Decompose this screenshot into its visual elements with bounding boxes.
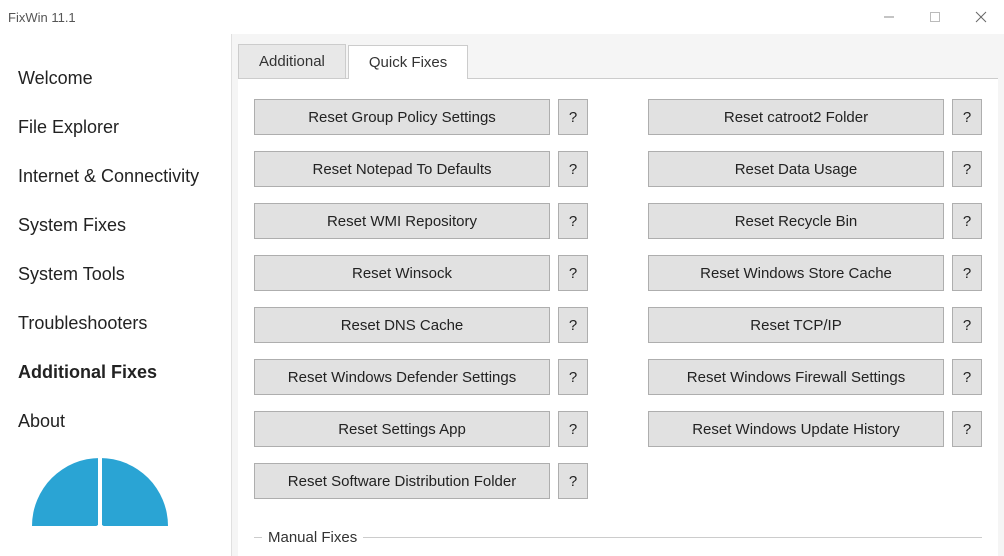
help-button[interactable]: ? — [558, 411, 588, 447]
maximize-button[interactable] — [912, 0, 958, 34]
sidebar-item-system-fixes[interactable]: System Fixes — [0, 201, 231, 250]
help-button[interactable]: ? — [558, 203, 588, 239]
fix-row: Reset Recycle Bin? — [648, 203, 982, 239]
window-controls — [866, 0, 1004, 34]
help-button[interactable]: ? — [952, 359, 982, 395]
fix-button[interactable]: Reset TCP/IP — [648, 307, 944, 343]
sidebar-item-additional-fixes[interactable]: Additional Fixes — [0, 348, 231, 397]
sidebar-item-welcome[interactable]: Welcome — [0, 54, 231, 103]
tab-panel-quick-fixes: Reset Group Policy Settings?Reset catroo… — [238, 78, 998, 556]
fix-row: Reset Winsock? — [254, 255, 588, 291]
help-button[interactable]: ? — [558, 99, 588, 135]
fix-row: Reset Group Policy Settings? — [254, 99, 588, 135]
help-button[interactable]: ? — [558, 255, 588, 291]
help-button[interactable]: ? — [952, 411, 982, 447]
fix-button[interactable]: Reset Windows Update History — [648, 411, 944, 447]
close-button[interactable] — [958, 0, 1004, 34]
fix-row: Reset Windows Update History? — [648, 411, 982, 447]
sidebar: WelcomeFile ExplorerInternet & Connectiv… — [0, 34, 232, 556]
help-button[interactable]: ? — [952, 307, 982, 343]
app-logo — [0, 446, 231, 556]
fix-button[interactable]: Reset Data Usage — [648, 151, 944, 187]
fix-button[interactable]: Reset Winsock — [254, 255, 550, 291]
sidebar-item-system-tools[interactable]: System Tools — [0, 250, 231, 299]
fix-button[interactable]: Reset WMI Repository — [254, 203, 550, 239]
help-button[interactable]: ? — [558, 359, 588, 395]
help-button[interactable]: ? — [558, 307, 588, 343]
fix-row: Reset Data Usage? — [648, 151, 982, 187]
fix-row: Reset Windows Store Cache? — [648, 255, 982, 291]
tab-additional[interactable]: Additional — [238, 44, 346, 78]
fix-button[interactable]: Reset Settings App — [254, 411, 550, 447]
fix-row: Reset Software Distribution Folder? — [254, 463, 588, 499]
window-title: FixWin 11.1 — [8, 10, 76, 25]
fix-row: Reset WMI Repository? — [254, 203, 588, 239]
help-button[interactable]: ? — [558, 151, 588, 187]
sidebar-item-file-explorer[interactable]: File Explorer — [0, 103, 231, 152]
sidebar-item-internet[interactable]: Internet & Connectivity — [0, 152, 231, 201]
fix-row: Reset Settings App? — [254, 411, 588, 447]
fix-button[interactable]: Reset Windows Defender Settings — [254, 359, 550, 395]
help-button[interactable]: ? — [558, 463, 588, 499]
titlebar: FixWin 11.1 — [0, 0, 1004, 34]
help-button[interactable]: ? — [952, 151, 982, 187]
content-area: AdditionalQuick Fixes Reset Group Policy… — [232, 34, 1004, 556]
fix-button[interactable]: Reset Windows Store Cache — [648, 255, 944, 291]
fix-button[interactable]: Reset Software Distribution Folder — [254, 463, 550, 499]
fix-button[interactable]: Reset DNS Cache — [254, 307, 550, 343]
fix-button[interactable]: Reset Notepad To Defaults — [254, 151, 550, 187]
fix-row: Reset DNS Cache? — [254, 307, 588, 343]
empty-cell — [648, 463, 982, 499]
fix-button[interactable]: Reset Recycle Bin — [648, 203, 944, 239]
fix-row: Reset Windows Defender Settings? — [254, 359, 588, 395]
help-button[interactable]: ? — [952, 99, 982, 135]
sidebar-item-about[interactable]: About — [0, 397, 231, 446]
fix-button[interactable]: Reset Group Policy Settings — [254, 99, 550, 135]
fix-button[interactable]: Reset catroot2 Folder — [648, 99, 944, 135]
manual-fixes-header: Manual Fixes — [262, 529, 363, 546]
fix-row: Reset catroot2 Folder? — [648, 99, 982, 135]
minimize-button[interactable] — [866, 0, 912, 34]
fix-button[interactable]: Reset Windows Firewall Settings — [648, 359, 944, 395]
fix-row: Reset Windows Firewall Settings? — [648, 359, 982, 395]
help-button[interactable]: ? — [952, 255, 982, 291]
manual-fixes-section: Manual Fixes — [254, 529, 982, 546]
tabs: AdditionalQuick Fixes — [232, 34, 1004, 78]
tab-quick-fixes[interactable]: Quick Fixes — [348, 45, 468, 79]
sidebar-item-troubleshooters[interactable]: Troubleshooters — [0, 299, 231, 348]
fix-row: Reset Notepad To Defaults? — [254, 151, 588, 187]
fix-row: Reset TCP/IP? — [648, 307, 982, 343]
help-button[interactable]: ? — [952, 203, 982, 239]
